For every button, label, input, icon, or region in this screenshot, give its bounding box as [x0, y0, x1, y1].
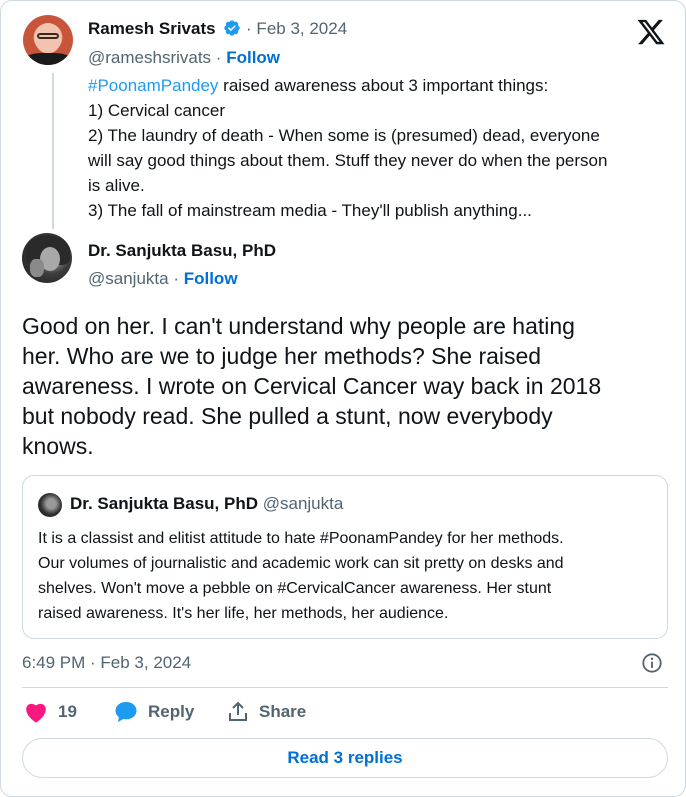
- follow-button[interactable]: Follow: [226, 48, 280, 67]
- tweet-line: awareness. I wrote on Cervical Cancer wa…: [22, 373, 602, 399]
- tweet-line: shelves. Won't move a pebble on #Cervica…: [38, 580, 552, 597]
- tweet-line: but nobody read. She pulled a stunt, now…: [22, 403, 553, 429]
- quoted-tweet-text: It is a classist and elitist attitude to…: [38, 526, 666, 626]
- quoted-tweet[interactable]: Dr. Sanjukta Basu, PhD @sanjukta It is a…: [22, 475, 668, 639]
- avatar[interactable]: [22, 233, 72, 283]
- avatar[interactable]: [23, 15, 73, 65]
- tweet-line: her. Who are we to judge her methods? Sh…: [22, 343, 542, 369]
- tweet-line: Good on her. I can't understand why peop…: [22, 313, 575, 339]
- tweet-line-text: raised awareness about 3 important thing…: [218, 76, 549, 95]
- verified-badge-icon: [224, 20, 240, 36]
- author-handle-row: @sanjukta · Follow: [88, 269, 238, 289]
- share-button[interactable]: Share: [227, 701, 306, 723]
- tweet-line: #PoonamPandey raised awareness about 3 i…: [88, 73, 668, 98]
- share-upload-icon: [229, 701, 247, 721]
- thread-connector-line: [52, 73, 54, 229]
- avatar-shirt: [25, 53, 71, 65]
- divider: [22, 687, 668, 688]
- main-tweet-text: Good on her. I can't understand why peop…: [22, 311, 662, 461]
- separator: ·: [215, 48, 222, 67]
- tweet-line: will say good things about them. Stuff t…: [88, 151, 608, 170]
- tweet-line: Our volumes of journalistic and academic…: [38, 555, 564, 572]
- reply-label: Reply: [148, 702, 195, 721]
- like-button[interactable]: 19: [24, 701, 77, 723]
- heart-icon: [26, 703, 46, 723]
- author-name[interactable]: Ramesh Srivats: [88, 19, 216, 38]
- quoted-author-name: Dr. Sanjukta Basu, PhD: [70, 494, 258, 513]
- quoted-tweet-header: Dr. Sanjukta Basu, PhD @sanjukta: [70, 494, 343, 514]
- tweet-timestamp[interactable]: 6:49 PM · Feb 3, 2024: [22, 653, 191, 673]
- parent-tweet-text: #PoonamPandey raised awareness about 3 i…: [88, 73, 668, 223]
- avatar-glasses: [37, 33, 59, 39]
- author-name[interactable]: Dr. Sanjukta Basu, PhD: [88, 241, 276, 261]
- speech-bubble-icon: [115, 702, 137, 722]
- avatar: [38, 493, 62, 517]
- tweet-line: 2) The laundry of death - When some is (…: [88, 126, 600, 145]
- read-replies-button[interactable]: Read 3 replies: [22, 738, 668, 778]
- tweet-line: raised awareness. It's her life, her met…: [38, 605, 449, 622]
- quoted-author-handle: @sanjukta: [262, 494, 344, 513]
- tweet-line: knows.: [22, 433, 94, 459]
- like-count: 19: [58, 702, 77, 721]
- separator: ·: [173, 269, 179, 288]
- tweet-line: 1) Cervical cancer: [88, 101, 225, 120]
- author-handle[interactable]: @sanjukta: [88, 269, 169, 288]
- author-handle[interactable]: @rameshsrivats: [88, 48, 211, 67]
- tweet-date[interactable]: · Feb 3, 2024: [246, 19, 347, 38]
- x-logo-icon[interactable]: [635, 17, 667, 47]
- follow-button[interactable]: Follow: [184, 269, 238, 288]
- info-icon[interactable]: [641, 652, 663, 674]
- reply-button[interactable]: Reply: [114, 701, 194, 723]
- share-label: Share: [259, 702, 307, 721]
- tweet-line: It is a classist and elitist attitude to…: [38, 530, 564, 547]
- author-handle-row: @rameshsrivats · Follow: [88, 48, 280, 68]
- avatar-hand: [30, 259, 44, 277]
- hashtag-link[interactable]: #PoonamPandey: [88, 76, 218, 95]
- parent-tweet-header: Ramesh Srivats · Feb 3, 2024: [88, 19, 347, 39]
- tweet-line: 3) The fall of mainstream media - They'l…: [88, 201, 532, 220]
- tweet-embed-card: Ramesh Srivats · Feb 3, 2024 @rameshsriv…: [0, 0, 686, 797]
- tweet-line: is alive.: [88, 176, 145, 195]
